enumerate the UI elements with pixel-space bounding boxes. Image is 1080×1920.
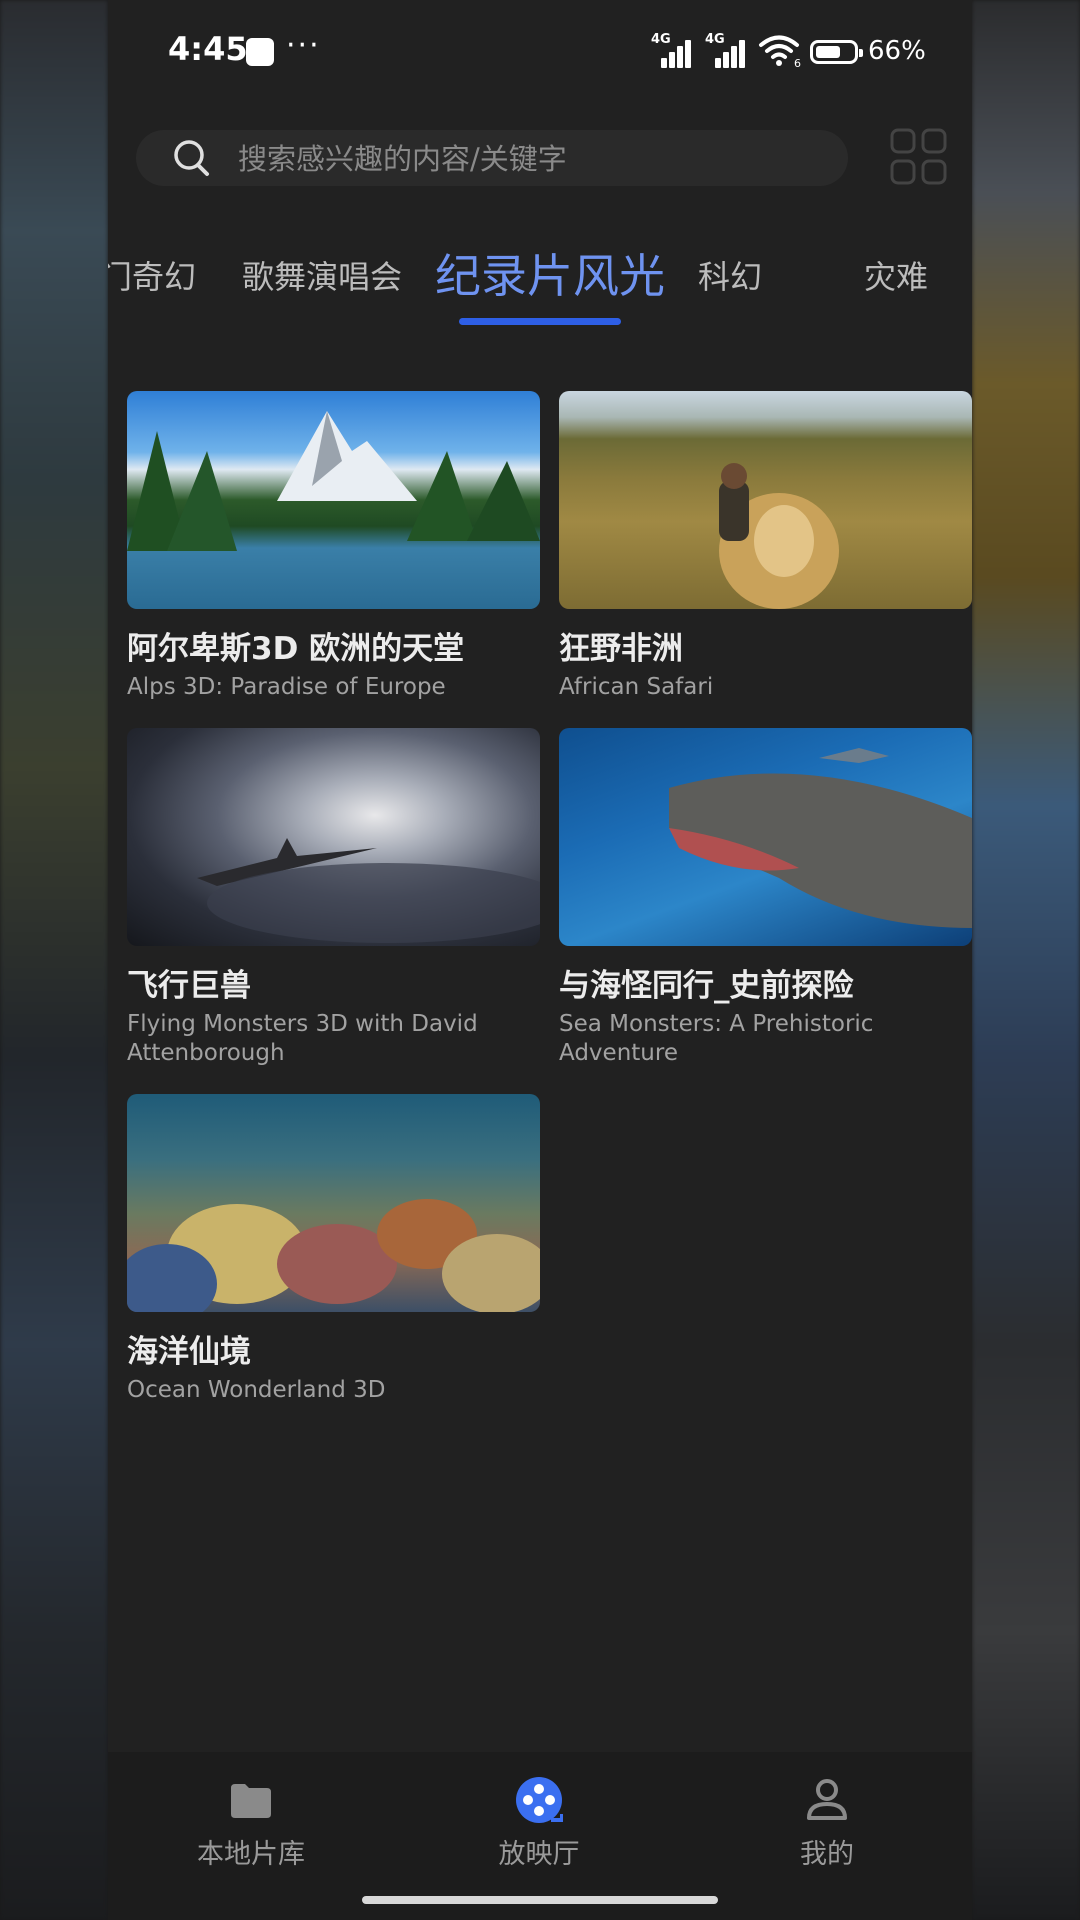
battery-percent: 66% <box>868 36 926 66</box>
wifi-badge: 6 <box>794 57 801 68</box>
movie-card-flying-monsters[interactable]: 飞行巨兽 Flying Monsters 3D with David Atten… <box>127 728 540 1068</box>
movie-thumbnail[interactable] <box>127 728 540 946</box>
network-type-2: 4G <box>705 32 725 47</box>
movie-title: 飞行巨兽 <box>127 968 251 1004</box>
movie-thumbnail[interactable] <box>127 1094 540 1312</box>
movie-title: 阿尔卑斯3D 欧洲的天堂 <box>127 631 465 667</box>
tab-documentary[interactable]: 纪录片风光 <box>435 240 665 306</box>
category-grid-icon[interactable] <box>890 128 948 186</box>
movie-title: 与海怪同行_史前探险 <box>559 968 854 1004</box>
movie-subtitle: Flying Monsters 3D with David Attenborou… <box>127 1011 478 1066</box>
tab-fantasy[interactable]: 门奇幻 <box>108 252 196 298</box>
nav-local-library[interactable]: 本地片库 <box>151 1752 351 1882</box>
movie-subtitle: Ocean Wonderland 3D <box>127 1377 386 1403</box>
search-bar[interactable] <box>136 130 848 186</box>
left-background-blur <box>0 0 108 1920</box>
bottom-navigation: 本地片库 放映厅 我的 <box>108 1752 972 1920</box>
movie-subtitle: Alps 3D: Paradise of Europe <box>127 674 446 700</box>
network-type-1: 4G <box>651 32 671 47</box>
movie-card-alps[interactable]: 阿尔卑斯3D 欧洲的天堂 Alps 3D: Paradise of Europe <box>127 391 540 702</box>
home-indicator[interactable] <box>362 1896 718 1904</box>
status-bar: 4:45 ··· 4G 4G 6 66% <box>108 0 972 104</box>
tab-concert[interactable]: 歌舞演唱会 <box>242 252 402 298</box>
folder-icon <box>231 1784 271 1818</box>
movie-thumbnail[interactable] <box>559 728 972 946</box>
movie-subtitle: Sea Monsters: A Prehistoric Adventure <box>559 1011 874 1066</box>
movie-card-ocean-wonderland[interactable]: 海洋仙境 Ocean Wonderland 3D <box>127 1094 540 1405</box>
battery-icon <box>810 40 863 64</box>
movie-card-sea-monsters[interactable]: 与海怪同行_史前探险 Sea Monsters: A Prehistoric A… <box>559 728 972 1068</box>
nav-mine[interactable]: 我的 <box>727 1752 927 1882</box>
nav-label: 放映厅 <box>498 1839 580 1870</box>
category-tabs: 门奇幻 歌舞演唱会 纪录片风光 科幻 灾难 <box>108 230 972 330</box>
search-input[interactable] <box>236 140 820 178</box>
movie-card-african-safari[interactable]: 狂野非洲 African Safari <box>559 391 972 702</box>
movie-thumbnail[interactable] <box>559 391 972 609</box>
wifi-icon: 6 <box>759 35 801 68</box>
status-time: 4:45 <box>168 30 248 68</box>
tab-scifi[interactable]: 科幻 <box>698 252 762 298</box>
movie-subtitle: African Safari <box>559 674 714 700</box>
film-reel-icon <box>516 1777 563 1823</box>
nav-cinema[interactable]: 放映厅 <box>439 1752 639 1882</box>
right-background-blur <box>972 0 1080 1920</box>
notification-icon <box>246 38 274 66</box>
tab-disaster[interactable]: 灾难 <box>864 252 928 298</box>
nav-label: 我的 <box>800 1839 854 1870</box>
cellular-signal-icon-2: 4G <box>705 32 745 68</box>
movie-title: 海洋仙境 <box>127 1334 251 1370</box>
user-icon <box>807 1779 847 1820</box>
more-notifications-icon: ··· <box>286 28 321 63</box>
movie-title: 狂野非洲 <box>559 631 683 667</box>
nav-label: 本地片库 <box>197 1839 305 1870</box>
movie-thumbnail[interactable] <box>127 391 540 609</box>
active-tab-indicator <box>459 318 621 325</box>
app-window: 4:45 ··· 4G 4G 6 66% 搜索感兴趣的内容/关键字 门奇幻 歌舞… <box>108 0 972 1920</box>
search-icon <box>174 140 209 176</box>
cellular-signal-icon: 4G <box>651 32 691 68</box>
